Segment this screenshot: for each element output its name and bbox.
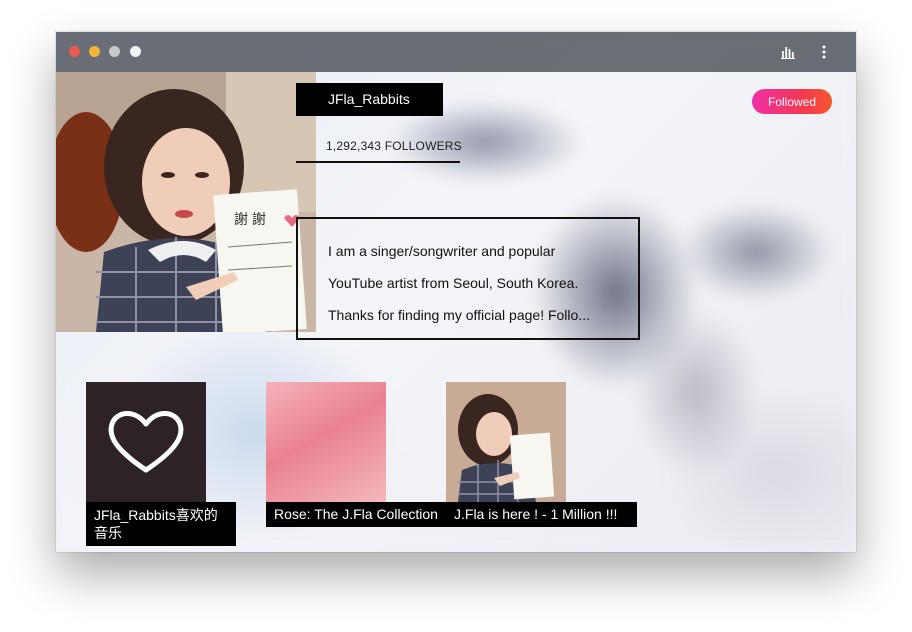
artist-name: JFla_Rabbits: [296, 83, 443, 116]
followers-underline: [296, 161, 460, 163]
artist-photo-illustration: 謝 謝: [56, 72, 316, 332]
bio-line-3: Thanks for finding my official page! Fol…: [328, 307, 590, 323]
zoom-button[interactable]: [109, 46, 120, 57]
minimize-button[interactable]: [89, 46, 100, 57]
artist-thumbnail: [446, 382, 566, 502]
extra-window-button[interactable]: [130, 46, 141, 57]
playlist-title-rose[interactable]: Rose: The J.Fla Collection: [266, 502, 448, 527]
photo-sign-text: 謝 謝: [234, 211, 266, 227]
playlist-title-million[interactable]: J.Fla is here ! - 1 Million !!!: [448, 502, 637, 527]
app-window: 謝 謝 JFla_Rabbits 1,292,343 FOLLOWERS Fol…: [56, 32, 856, 552]
heart-icon: [86, 382, 206, 502]
follower-count: 1,292,343 FOLLOWERS: [326, 139, 462, 153]
close-button[interactable]: [69, 46, 80, 57]
title-bar: [56, 32, 856, 72]
stats-bars-icon[interactable]: [780, 44, 796, 60]
artist-photo: 謝 謝: [56, 72, 316, 332]
more-vertical-icon[interactable]: [816, 44, 832, 60]
playlist-title-liked[interactable]: JFla_Rabbits喜欢的音乐: [86, 502, 236, 546]
follow-button[interactable]: Followed: [752, 89, 832, 114]
playlist-cover-million[interactable]: [446, 382, 566, 502]
bio-line-2: YouTube artist from Seoul, South Korea.: [328, 275, 579, 291]
playlist-cover-liked[interactable]: [86, 382, 206, 502]
bio-line-1: I am a singer/songwriter and popular: [328, 243, 556, 259]
playlist-cover-rose[interactable]: [266, 382, 386, 502]
